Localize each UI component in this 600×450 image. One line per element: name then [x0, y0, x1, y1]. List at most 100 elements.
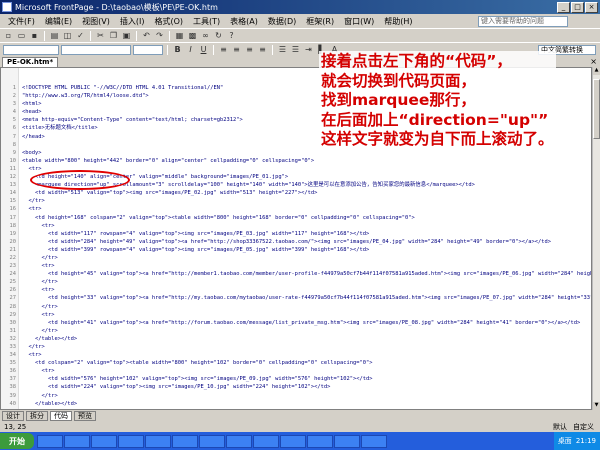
- code-line[interactable]: 14 <td width="513" valign="top"><img src…: [2, 189, 591, 197]
- bold-icon[interactable]: B: [172, 45, 183, 55]
- align-right-icon[interactable]: ≡: [244, 45, 255, 55]
- menu-view[interactable]: 视图(V): [77, 16, 115, 27]
- menu-table[interactable]: 表格(A): [225, 16, 263, 27]
- picture-icon[interactable]: ▩: [187, 31, 198, 41]
- tab-code[interactable]: 代码: [50, 411, 72, 421]
- code-line[interactable]: 36 <tr>: [2, 367, 591, 375]
- paste-icon[interactable]: ▣: [121, 31, 132, 41]
- spelling-icon[interactable]: ✓: [75, 31, 86, 41]
- start-button[interactable]: 开始: [0, 433, 34, 449]
- size-select[interactable]: [133, 44, 163, 55]
- help-icon[interactable]: ?: [226, 31, 237, 41]
- help-search-input[interactable]: 键入需要帮助的问题: [478, 15, 568, 27]
- taskbar-item[interactable]: [37, 434, 63, 448]
- menu-help[interactable]: 帮助(H): [379, 16, 417, 27]
- code-line[interactable]: 18 <tr>: [2, 222, 591, 230]
- code-line[interactable]: 32 </table></td>: [2, 335, 591, 343]
- close-button[interactable]: ×: [585, 1, 598, 13]
- code-line[interactable]: 19 <td width="117" rowspan="4" valign="t…: [2, 230, 591, 238]
- vertical-scrollbar[interactable]: ▲ ▼: [592, 67, 600, 410]
- save-icon[interactable]: ▪: [29, 31, 40, 41]
- copy-icon[interactable]: ❐: [108, 31, 119, 41]
- menu-data[interactable]: 数据(D): [263, 16, 301, 27]
- taskbar-item[interactable]: [361, 434, 387, 448]
- menu-tools[interactable]: 工具(T): [188, 16, 225, 27]
- redo-icon[interactable]: ↷: [154, 31, 165, 41]
- menu-insert[interactable]: 插入(I): [115, 16, 150, 27]
- align-center-icon[interactable]: ≡: [231, 45, 242, 55]
- code-text: <td height="41" valign="top"><a href="ht…: [22, 319, 581, 326]
- tab-preview[interactable]: 预览: [74, 411, 96, 421]
- code-line[interactable]: 21 <td width="399" rowspan="4" valign="t…: [2, 246, 591, 254]
- align-left-icon[interactable]: ≡: [218, 45, 229, 55]
- hyperlink-icon[interactable]: ∞: [200, 31, 211, 41]
- line-number: 36: [9, 368, 17, 375]
- refresh-icon[interactable]: ↻: [213, 31, 224, 41]
- tab-split[interactable]: 拆分: [26, 411, 48, 421]
- code-line[interactable]: 26 <tr>: [2, 286, 591, 294]
- desktop-label[interactable]: 桌面: [558, 436, 572, 446]
- file-tab[interactable]: PE-OK.htm*: [2, 57, 59, 67]
- bullets-icon[interactable]: ☰: [290, 45, 301, 55]
- code-line[interactable]: 39 </tr>: [2, 392, 591, 400]
- code-line[interactable]: 22 </tr>: [2, 254, 591, 262]
- menu-file[interactable]: 文件(F): [3, 16, 40, 27]
- numbering-icon[interactable]: ☰: [277, 45, 288, 55]
- taskbar-item[interactable]: [64, 434, 90, 448]
- code-line[interactable]: 27 <td height="33" valign="top"><a href=…: [2, 294, 592, 302]
- code-line[interactable]: 25 </tr>: [2, 278, 591, 286]
- code-line[interactable]: 33 </tr>: [2, 343, 591, 351]
- indent-icon[interactable]: ⇥: [303, 45, 314, 55]
- cut-icon[interactable]: ✂: [95, 31, 106, 41]
- underline-icon[interactable]: U: [198, 45, 209, 55]
- menu-edit[interactable]: 编辑(E): [40, 16, 77, 27]
- scroll-up-icon[interactable]: ▲: [593, 67, 600, 75]
- preview-icon[interactable]: ◫: [62, 31, 73, 41]
- scroll-down-icon[interactable]: ▼: [593, 402, 600, 410]
- code-line[interactable]: 38 <td width="224" valign="top"><img src…: [2, 383, 591, 391]
- taskbar-item[interactable]: [118, 434, 144, 448]
- code-line[interactable]: 37 <td width="576" height="102" valign="…: [2, 375, 591, 383]
- minimize-button[interactable]: _: [557, 1, 570, 13]
- code-line[interactable]: 40 </table></td>: [2, 400, 591, 408]
- code-line[interactable]: 24 <td height="45" valign="top"><a href=…: [2, 270, 592, 278]
- font-select[interactable]: [61, 44, 131, 55]
- code-line[interactable]: 10 <table width="800" height="442" border…: [2, 157, 591, 165]
- new-page-icon[interactable]: ▫: [3, 31, 14, 41]
- justify-icon[interactable]: ≡: [257, 45, 268, 55]
- code-line[interactable]: 20 <td width="284" height="49" valign="t…: [2, 238, 591, 246]
- code-line[interactable]: 15 </tr>: [2, 197, 591, 205]
- code-text: <tr>: [22, 165, 42, 172]
- scroll-thumb[interactable]: [593, 79, 600, 139]
- code-line[interactable]: 31 </tr>: [2, 327, 591, 335]
- style-select[interactable]: [3, 44, 59, 55]
- table-icon[interactable]: ▦: [174, 31, 185, 41]
- undo-icon[interactable]: ↶: [141, 31, 152, 41]
- taskbar-item[interactable]: [199, 434, 225, 448]
- code-line[interactable]: 17 <td height="168" colspan="2" valign="…: [2, 214, 591, 222]
- taskbar-item[interactable]: [334, 434, 360, 448]
- taskbar-item[interactable]: [91, 434, 117, 448]
- taskbar-item[interactable]: [280, 434, 306, 448]
- code-line[interactable]: 23 <tr>: [2, 262, 591, 270]
- tab-design[interactable]: 设计: [2, 411, 24, 421]
- menu-frames[interactable]: 框架(R): [301, 16, 339, 27]
- menu-window[interactable]: 窗口(W): [339, 16, 379, 27]
- taskbar-item[interactable]: [145, 434, 171, 448]
- taskbar-item[interactable]: [226, 434, 252, 448]
- code-line[interactable]: 28 </tr>: [2, 303, 591, 311]
- taskbar-item[interactable]: [307, 434, 333, 448]
- taskbar-item[interactable]: [172, 434, 198, 448]
- code-line[interactable]: 16 <tr>: [2, 205, 591, 213]
- code-line[interactable]: 35 <td colspan="2" valign="top"><table w…: [2, 359, 591, 367]
- open-icon[interactable]: ▭: [16, 31, 27, 41]
- italic-icon[interactable]: I: [185, 45, 196, 55]
- maximize-button[interactable]: □: [571, 1, 584, 13]
- print-icon[interactable]: ▤: [49, 31, 60, 41]
- code-line[interactable]: 29 <tr>: [2, 311, 591, 319]
- taskbar-item[interactable]: [253, 434, 279, 448]
- code-line[interactable]: 34 <tr>: [2, 351, 591, 359]
- code-line[interactable]: 30 <td height="41" valign="top"><a href=…: [2, 319, 591, 327]
- menu-format[interactable]: 格式(O): [149, 16, 188, 27]
- close-tab-icon[interactable]: ×: [590, 57, 597, 66]
